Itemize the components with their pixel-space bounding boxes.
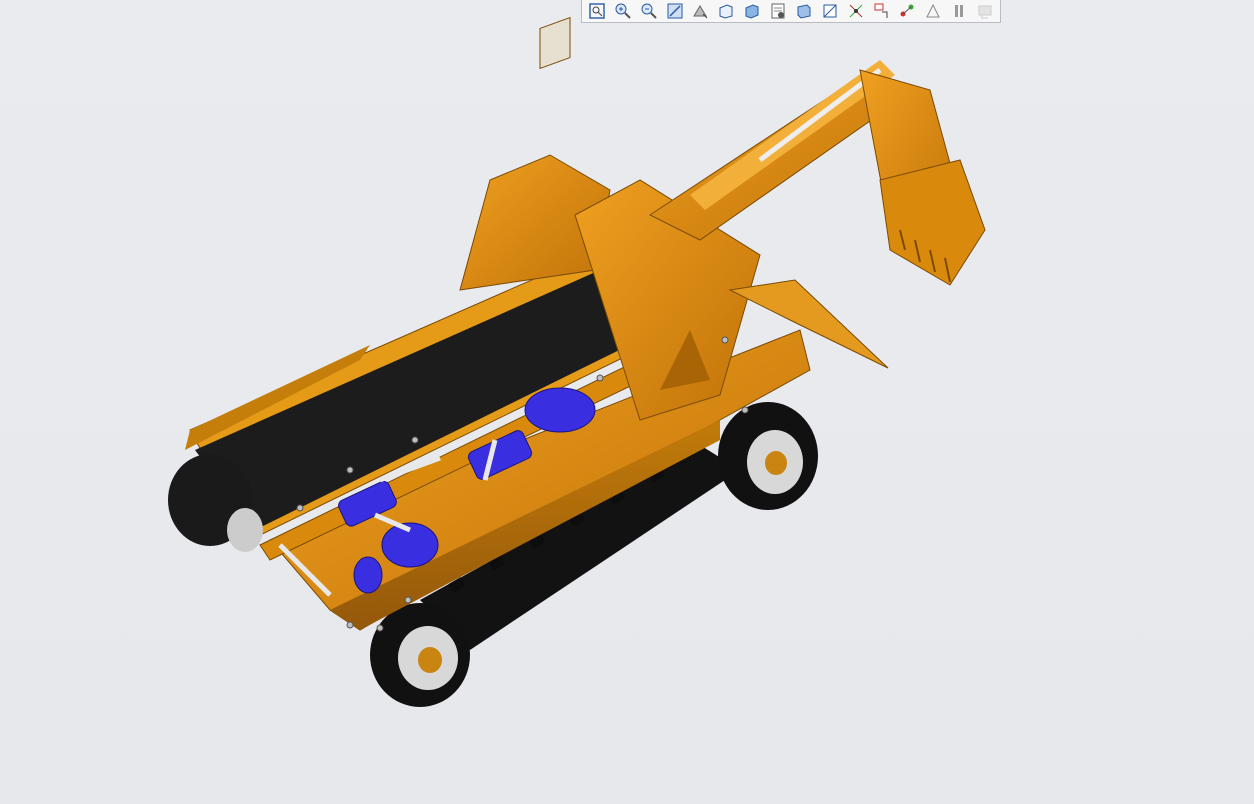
saved-views-icon: [719, 4, 733, 19]
reorient-button[interactable]: [690, 1, 712, 21]
zoom-in-button[interactable]: [612, 1, 634, 21]
annotation-display-icon: [874, 3, 888, 18]
section-icon: [823, 4, 837, 18]
perspective-button[interactable]: [793, 1, 815, 21]
pause-button[interactable]: [948, 1, 970, 21]
refit-icon: [589, 3, 605, 19]
bucket: [879, 159, 986, 286]
zoom-out-icon: [641, 3, 657, 19]
spin-center-button[interactable]: [897, 1, 919, 21]
view-manager-button[interactable]: [767, 1, 789, 21]
display-style-icon: [745, 4, 759, 19]
front-wheel: [718, 402, 818, 510]
reorient-icon: [693, 5, 708, 19]
annotation-display-button[interactable]: [871, 1, 893, 21]
datum-display-button[interactable]: [845, 1, 867, 21]
view-manager-icon: [771, 3, 785, 19]
refit-button[interactable]: [586, 1, 608, 21]
pause-icon: [955, 5, 964, 17]
zoom-out-button[interactable]: [638, 1, 660, 21]
repaint-icon: [667, 3, 683, 19]
spin-center-icon: [900, 4, 914, 17]
display-style-button[interactable]: [741, 1, 763, 21]
graphics-disabled-button[interactable]: [974, 1, 996, 21]
zoom-in-icon: [615, 3, 631, 19]
repaint-button[interactable]: [664, 1, 686, 21]
saved-views-button[interactable]: [715, 1, 737, 21]
section-button[interactable]: [819, 1, 841, 21]
graphics-disabled-icon: [978, 5, 992, 19]
graphics-toolbar: [581, 0, 1001, 23]
perspective-icon: [797, 4, 811, 19]
rear-wheel: [370, 603, 470, 707]
simplified-rep-button[interactable]: [922, 1, 944, 21]
simplified-rep-icon: [926, 3, 941, 18]
model-viewport[interactable]: [0, 0, 1254, 804]
datum-display-icon: [849, 4, 863, 18]
excavator-model[interactable]: [0, 0, 1254, 804]
